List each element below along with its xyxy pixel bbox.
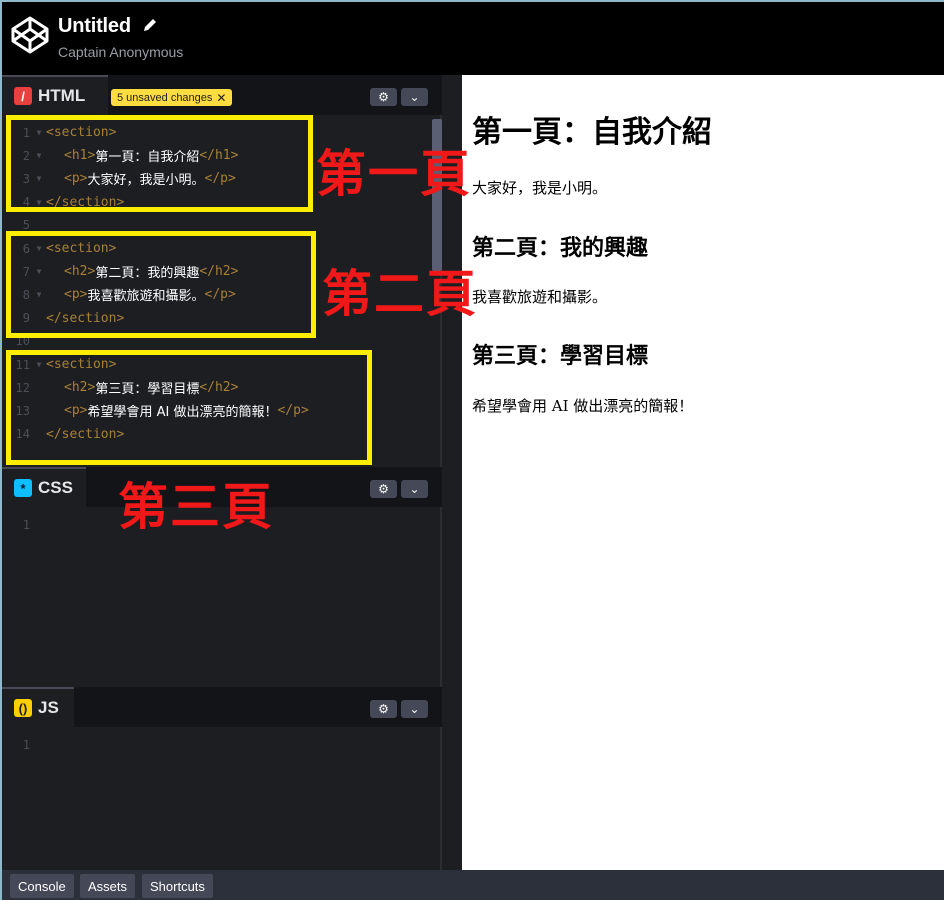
- gear-icon: ⚙: [378, 482, 389, 496]
- annotation-page3: 第三頁: [118, 478, 274, 536]
- highlight-box-page2: [6, 231, 316, 338]
- codepen-window: Untitled Captain Anonymous / HTML 5 unsa…: [2, 2, 944, 900]
- line-number: 1: [22, 517, 30, 532]
- preview-heading-2: 第二頁：我的興趣: [472, 236, 649, 261]
- css-icon: *: [14, 479, 32, 497]
- unsaved-changes-text: 5 unsaved changes: [117, 91, 213, 104]
- top-bar: Untitled Captain Anonymous: [2, 2, 944, 75]
- chevron-down-icon: ⌄: [409, 482, 420, 496]
- html-settings-button[interactable]: ⚙: [370, 88, 397, 106]
- html-tab-label: HTML: [38, 86, 86, 105]
- shortcuts-button[interactable]: Shortcuts: [142, 874, 213, 898]
- preview-paragraph-2: 我喜歡旅遊和攝影。: [472, 288, 608, 306]
- pen-title[interactable]: Untitled: [58, 15, 131, 38]
- gear-icon: ⚙: [378, 90, 389, 104]
- preview-heading-1: 第一頁：自我介紹: [472, 115, 712, 150]
- gear-icon: ⚙: [378, 702, 389, 716]
- html-collapse-button[interactable]: ⌄: [401, 88, 428, 106]
- pen-author[interactable]: Captain Anonymous: [58, 44, 183, 60]
- annotation-page2: 第二頁: [322, 265, 478, 323]
- assets-button[interactable]: Assets: [80, 874, 136, 898]
- js-code-editor[interactable]: 1: [2, 733, 442, 863]
- preview-heading-3: 第三頁：學習目標: [472, 344, 649, 369]
- footer-bar: Console Assets Shortcuts: [2, 870, 944, 900]
- css-tab-label: CSS: [38, 478, 73, 497]
- highlight-box-page1: [6, 115, 313, 212]
- js-settings-button[interactable]: ⚙: [370, 700, 397, 718]
- js-collapse-button[interactable]: ⌄: [401, 700, 428, 718]
- preview-paragraph-3: 希望學會用 AI 做出漂亮的簡報！: [472, 397, 694, 415]
- css-collapse-button[interactable]: ⌄: [401, 480, 428, 498]
- console-button[interactable]: Console: [10, 874, 74, 898]
- chevron-down-icon: ⌄: [409, 702, 420, 716]
- edit-pencil-icon[interactable]: [142, 17, 158, 33]
- codepen-logo-icon[interactable]: [10, 15, 50, 55]
- line-number: 1: [22, 737, 30, 752]
- preview-paragraph-1: 大家好，我是小明。: [472, 179, 608, 197]
- html-icon: /: [14, 87, 32, 105]
- chevron-down-icon: ⌄: [409, 90, 420, 104]
- highlight-box-page3: [6, 350, 372, 465]
- tab-js[interactable]: () JS: [2, 687, 74, 727]
- js-tab-label: JS: [38, 698, 59, 717]
- unsaved-changes-badge[interactable]: 5 unsaved changes ✕: [111, 89, 233, 106]
- js-icon: (): [14, 699, 32, 717]
- tab-html[interactable]: / HTML: [2, 75, 108, 115]
- tab-css[interactable]: * CSS: [2, 467, 86, 507]
- html-pane-header: / HTML 5 unsaved changes ✕ ⚙ ⌄: [2, 75, 442, 115]
- js-pane-header: () JS ⚙ ⌄: [2, 687, 442, 727]
- css-settings-button[interactable]: ⚙: [370, 480, 397, 498]
- close-icon[interactable]: ✕: [216, 91, 226, 105]
- preview-pane: 第一頁：自我介紹 大家好，我是小明。 第二頁：我的興趣 我喜歡旅遊和攝影。 第三…: [462, 75, 944, 870]
- annotation-page1: 第一頁: [316, 145, 472, 203]
